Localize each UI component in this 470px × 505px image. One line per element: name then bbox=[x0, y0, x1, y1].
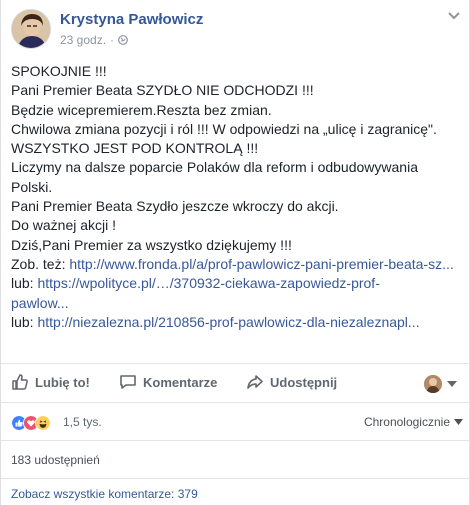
link-line: lub: http://niezalezna.pl/210856-prof-pa… bbox=[11, 313, 463, 332]
meta-separator: · bbox=[110, 33, 115, 47]
comment-label: Komentarze bbox=[143, 374, 218, 390]
post-line: Do ważnej akcji ! bbox=[11, 217, 117, 234]
share-button[interactable]: Udostępnij bbox=[246, 373, 337, 391]
post-as-selector[interactable] bbox=[424, 375, 457, 393]
post-meta: 23 godz. · bbox=[60, 33, 128, 47]
globe-icon bbox=[118, 35, 128, 45]
post-header: Krystyna Pawłowicz 23 godz. · bbox=[11, 9, 461, 53]
comment-sort-dropdown[interactable]: Chronologicznie bbox=[364, 415, 463, 429]
action-bar: Lubię to! Komentarze Udostępnij bbox=[1, 363, 470, 403]
comment-button[interactable]: Komentarze bbox=[119, 373, 217, 391]
share-label: Udostępnij bbox=[270, 374, 338, 390]
link-wpolityce-cont[interactable]: pawlow... bbox=[11, 295, 69, 311]
link-fronda[interactable]: http://www.fronda.pl/a/prof-pawlowicz-pa… bbox=[69, 256, 453, 272]
sort-label: Chronologicznie bbox=[363, 415, 450, 429]
facebook-post: Krystyna Pawłowicz 23 godz. · SPOKOJNIE … bbox=[0, 0, 470, 505]
post-line: Polski. bbox=[11, 178, 53, 195]
comment-icon bbox=[120, 375, 136, 389]
reaction-count[interactable]: 1,5 tys. bbox=[63, 415, 102, 429]
all-comments-row: Zobacz wszystkie komentarze: 379 bbox=[1, 478, 470, 505]
link-prefix: Zob. też: bbox=[11, 255, 70, 272]
link-line: lub: https://wpolityce.pl/…/370932-cieka… bbox=[11, 274, 463, 293]
shares-count[interactable]: 183 udostępnień bbox=[11, 453, 100, 467]
link-line: pawlow... bbox=[11, 294, 463, 313]
post-line: Liczymy na dalsze poparcie Polaków dla r… bbox=[11, 159, 418, 176]
avatar-portrait bbox=[12, 10, 50, 48]
like-button[interactable]: Lubię to! bbox=[11, 373, 90, 391]
view-all-comments-link[interactable]: Zobacz wszystkie komentarze: 379 bbox=[11, 487, 198, 501]
like-label: Lubię to! bbox=[35, 374, 90, 390]
post-time[interactable]: 23 godz. bbox=[60, 33, 106, 47]
post-line: Pani Premier Beata Szydło jeszcze wkrocz… bbox=[11, 198, 339, 215]
shares-row: 183 udostępnień bbox=[1, 440, 470, 478]
post-line: SPOKOJNIE !!! bbox=[11, 63, 107, 79]
viewer-avatar-image bbox=[424, 375, 442, 393]
link-prefix: lub: bbox=[11, 275, 38, 292]
sort-caret-icon bbox=[454, 419, 463, 425]
link-prefix: lub: bbox=[11, 313, 38, 330]
post-line: Dziś,Pani Premier za wszystko dziękujemy… bbox=[11, 236, 292, 253]
post-line: Chwilowa zmiana pozycji i ról !!! W odpo… bbox=[11, 120, 437, 137]
chevron-down-icon[interactable] bbox=[447, 11, 461, 21]
viewer-avatar bbox=[424, 375, 442, 393]
caret-down-icon bbox=[447, 381, 457, 387]
like-icon bbox=[12, 374, 28, 390]
author-name[interactable]: Krystyna Pawłowicz bbox=[60, 11, 203, 28]
post-line: Będzie wicepremierem.Reszta bez zmian. bbox=[11, 101, 272, 118]
author-avatar[interactable] bbox=[11, 9, 51, 49]
post-line: Pani Premier Beata SZYDŁO NIE ODCHODZI !… bbox=[11, 82, 314, 99]
link-line: Zob. też: http://www.fronda.pl/a/prof-pa… bbox=[11, 255, 463, 274]
post-line: WSZYSTKO JEST POD KONTROLĄ !!! bbox=[11, 140, 259, 157]
reactions-row: 1,5 tys. Chronologicznie bbox=[11, 404, 463, 440]
haha-reaction-icon[interactable] bbox=[35, 415, 51, 431]
link-wpolityce[interactable]: https://wpolityce.pl/…/370932-ciekawa-za… bbox=[37, 275, 379, 291]
share-icon bbox=[247, 375, 263, 389]
link-niezalezna[interactable]: http://niezalezna.pl/210856-prof-pawlowi… bbox=[37, 314, 419, 330]
post-body: SPOKOJNIE !!! Pani Premier Beata SZYDŁO … bbox=[11, 62, 463, 332]
